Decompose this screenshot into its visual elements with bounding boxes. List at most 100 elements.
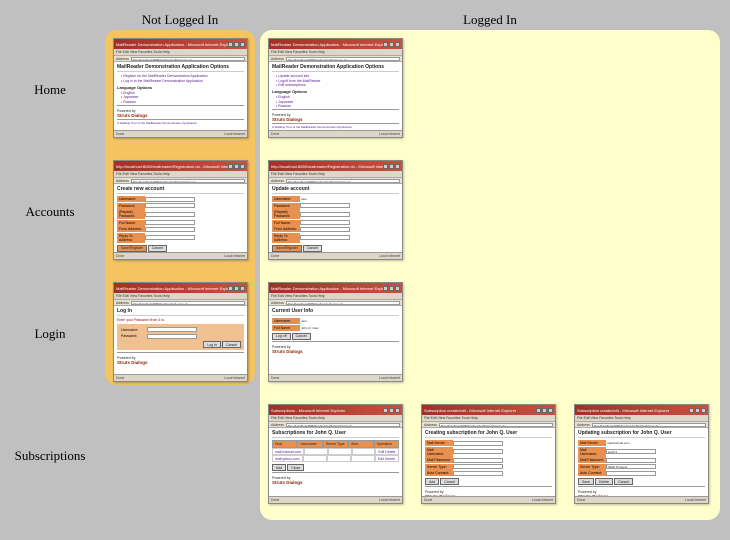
label-username: Username: xyxy=(117,196,145,202)
table-row: mail.yahoo.com Edit Delete xyxy=(272,455,399,462)
address-field: http://localhost:8080/mailreader/Registr… xyxy=(286,179,400,183)
thumb-accounts-not-logged-in[interactable]: http://localhost:8080/mailreader/Registr… xyxy=(113,160,248,260)
hint-text: Enter your Password from 4 to xyxy=(117,318,244,322)
thumb-login-not-logged-in[interactable]: MailReader Demonstration Application - M… xyxy=(113,282,248,382)
row-label-login: Login xyxy=(0,326,100,342)
thumb-subscriptions-list[interactable]: Subscriptions - Microsoft Internet Explo… xyxy=(268,404,403,504)
page-content: MailReader Demonstration Application Opt… xyxy=(269,62,402,132)
input-mailuser xyxy=(453,449,503,454)
th-username: Username xyxy=(297,440,322,448)
address-label: Address xyxy=(116,301,129,305)
input-mailpass xyxy=(606,458,656,463)
label-mailuser: Mail Username: xyxy=(425,447,453,457)
lang-heading: Language Options xyxy=(117,85,244,90)
window-title: MailReader Demonstration Application - M… xyxy=(271,286,383,291)
page-content: Subscriptions for John Q. User Host User… xyxy=(269,428,402,498)
minimize-icon xyxy=(383,408,388,413)
label-auto: Auto Connect: xyxy=(425,470,453,476)
maximize-icon xyxy=(695,408,700,413)
page-content: MailReader Demonstration Application Opt… xyxy=(114,62,247,132)
status-done: Done xyxy=(116,132,124,136)
page-heading: Updating subscription for John Q. User xyxy=(578,430,705,438)
brand: Struts Dialogs xyxy=(117,360,244,365)
add-button: Add xyxy=(425,478,439,485)
window-title: MailReader Demonstration Application - M… xyxy=(116,286,228,291)
address-label: Address xyxy=(116,179,129,183)
label-reply: Reply To Address: xyxy=(117,233,145,243)
lang-japanese: • Japanese xyxy=(121,95,244,99)
input-mailpass xyxy=(453,458,503,463)
maximize-icon xyxy=(234,286,239,291)
td-op: Edit Delete xyxy=(375,455,399,462)
page-heading: Subscriptions for John Q. User xyxy=(272,430,399,438)
cancel-button: Cancel xyxy=(614,478,633,485)
lang-english: • English xyxy=(121,91,244,95)
td-type xyxy=(327,455,351,462)
thumb-subscriptions-update[interactable]: Subscription create/edit - Microsoft Int… xyxy=(574,404,709,504)
td-host: mail.yahoo.com xyxy=(272,455,303,462)
input-username xyxy=(145,197,195,202)
status-done: Done xyxy=(271,498,279,502)
th-auto: Auto xyxy=(348,440,373,448)
thumb-subscriptions-create[interactable]: Subscription create/edit - Microsoft Int… xyxy=(421,404,556,504)
input-password xyxy=(300,203,350,208)
lang-heading: Language Options xyxy=(272,89,399,94)
thumb-home-not-logged-in[interactable]: MailReader Demonstration Application - M… xyxy=(113,38,248,138)
label-fullname: Full Name: xyxy=(272,220,300,226)
close-icon xyxy=(701,408,706,413)
address-label: Address xyxy=(271,301,284,305)
status-zone: Local intranet xyxy=(379,376,400,380)
address-field: http://localhost:8080/mailreader/Welcome… xyxy=(286,57,400,61)
label-username: Username: xyxy=(272,196,300,202)
td-user xyxy=(304,448,328,455)
input-fullname xyxy=(300,220,350,225)
label-mailpass: Mail Password: xyxy=(578,457,606,463)
cancel-button: Cancel xyxy=(292,333,311,340)
th-op: Operation xyxy=(374,440,399,448)
status-done: Done xyxy=(271,254,279,258)
input-auto xyxy=(453,471,503,476)
cancel-button: Cancel xyxy=(222,341,241,348)
link-login: • Log in to the MailReader Demonstration… xyxy=(121,79,244,83)
status-done: Done xyxy=(116,254,124,258)
label-password: Password: xyxy=(272,203,300,209)
table-row: mail.hotmail.com Edit Delete xyxy=(272,448,399,455)
thumb-home-logged-in[interactable]: MailReader Demonstration Application - M… xyxy=(268,38,403,138)
link-logoff: • Logoff from the MailReader xyxy=(276,79,399,83)
address-field: http://localhost:8080/mailreader/Logon.d… xyxy=(286,301,400,305)
status-zone: Local intranet xyxy=(224,132,245,136)
status-zone: Local intranet xyxy=(685,498,706,502)
input-servertype xyxy=(453,464,503,469)
label-mailpass: Mail Password: xyxy=(425,457,453,463)
cancel-button: Cancel xyxy=(440,478,459,485)
status-done: Done xyxy=(577,498,585,502)
status-done: Done xyxy=(271,132,279,136)
minimize-icon xyxy=(228,286,233,291)
lang-japanese: • Japanese xyxy=(276,100,399,104)
th-type: Server Type xyxy=(323,440,348,448)
cancel-button: Cancel xyxy=(148,245,167,252)
status-zone: Local intranet xyxy=(379,254,400,258)
close-icon xyxy=(240,286,245,291)
thumb-login-logged-in[interactable]: MailReader Demonstration Application - M… xyxy=(268,282,403,382)
link-register: • Register for the MailReader Demonstrat… xyxy=(121,74,244,78)
address-field: http://localhost:8080/mailreader/Registr… xyxy=(131,179,245,183)
value-host: mail.hotmail.com xyxy=(606,441,656,445)
brand: Struts Dialogs xyxy=(272,117,399,122)
thumb-accounts-logged-in[interactable]: http://localhost:8080/mailreader/Registr… xyxy=(268,160,403,260)
address-field: http://localhost:8080/mailreader/Subscri… xyxy=(439,423,553,427)
label-host: Mail Server: xyxy=(425,440,453,446)
input-reply xyxy=(300,235,350,240)
label-servertype: Server Type: xyxy=(425,464,453,470)
maximize-icon xyxy=(542,408,547,413)
window-title: http://localhost:8080/mailreader/Registr… xyxy=(271,164,383,169)
maximize-icon xyxy=(234,42,239,47)
status-zone: Local intranet xyxy=(379,498,400,502)
minimize-icon xyxy=(228,42,233,47)
input-username xyxy=(147,327,197,332)
maximize-icon xyxy=(389,408,394,413)
maximize-icon xyxy=(389,286,394,291)
page-heading: Log In xyxy=(117,308,244,316)
page-content: Create new account Username: Password: (… xyxy=(114,184,247,254)
row-label-accounts: Accounts xyxy=(0,204,100,220)
